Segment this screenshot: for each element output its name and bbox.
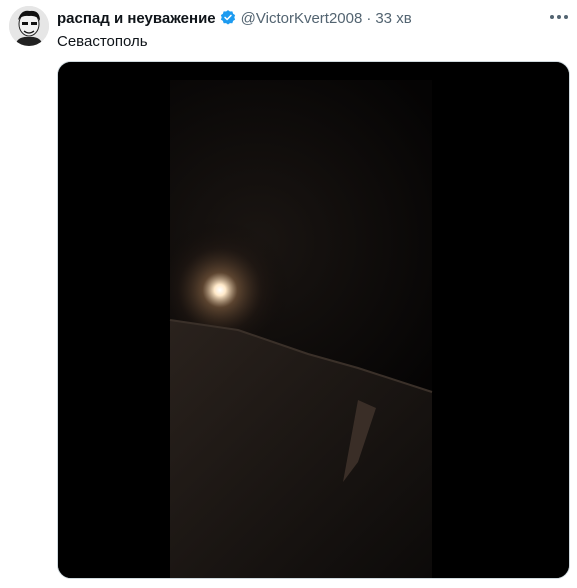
video-frame — [58, 62, 569, 578]
video-player[interactable] — [57, 61, 570, 579]
tweet[interactable]: распад и неуважение @VictorKvert2008 · 3… — [0, 0, 577, 588]
tweet-header: распад и неуважение @VictorKvert2008 · 3… — [57, 8, 412, 28]
avatar-image — [9, 6, 49, 46]
more-options-icon — [550, 15, 568, 19]
more-options-button[interactable] — [548, 8, 570, 26]
tweet-text: Севастополь — [57, 33, 148, 50]
verified-badge-icon — [219, 9, 237, 27]
avatar[interactable] — [9, 6, 49, 46]
author-handle[interactable]: @VictorKvert2008 — [241, 10, 363, 27]
author-name[interactable]: распад и неуважение — [57, 10, 216, 27]
separator-dot: · — [366, 9, 372, 27]
timestamp[interactable]: 33 хв — [375, 10, 411, 27]
